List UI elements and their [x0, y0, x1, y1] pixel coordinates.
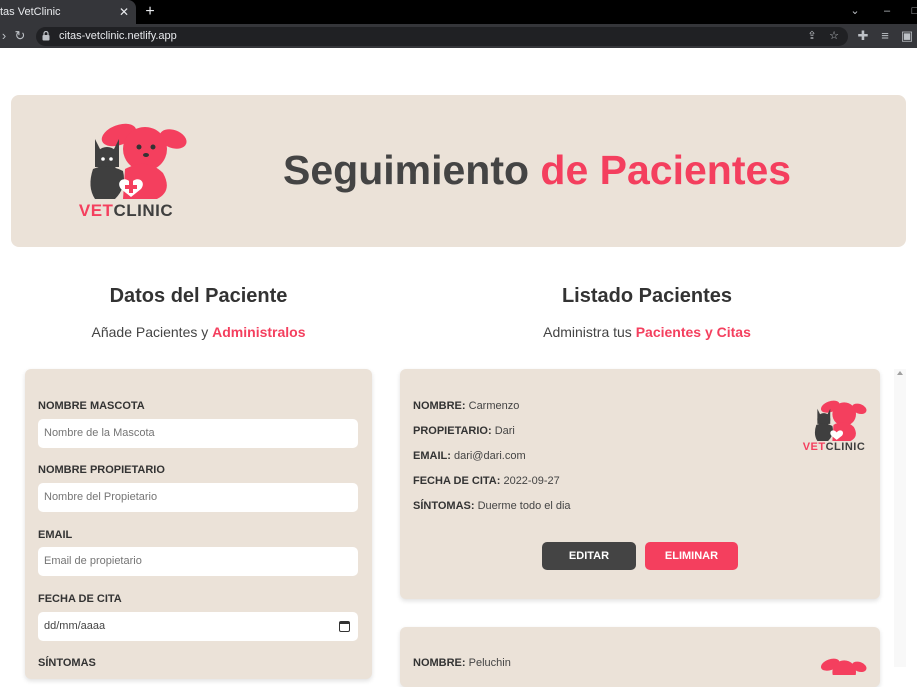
bookmark-star-icon[interactable]: ☆ — [827, 27, 841, 46]
card-pets-logo-icon — [820, 658, 867, 675]
form-section-title: Datos del Paciente — [109, 285, 288, 307]
lock-icon — [42, 31, 50, 41]
patient-owner: PROPIETARIO: Dari — [413, 425, 515, 437]
url-text: citas-vetclinic.netlify.app — [59, 30, 177, 42]
share-icon[interactable]: ⇪ — [805, 27, 819, 46]
patient-email-label: EMAIL: — [413, 450, 451, 462]
pets-logo-icon — [90, 123, 187, 199]
logo-vet-text: VET — [78, 201, 114, 220]
form-subtitle-accent: Administralos — [212, 324, 306, 340]
card-logo-wordmark: VETCLINIC — [800, 441, 868, 453]
list-subtitle-text: Administra tus — [543, 324, 636, 340]
reload-icon[interactable]: ↻ — [12, 24, 28, 48]
owner-name-input[interactable] — [38, 483, 358, 512]
address-bar[interactable]: citas-vetclinic.netlify.app ⇪ ☆ — [36, 27, 848, 46]
patient-date-label: FECHA DE CITA: — [413, 475, 501, 487]
minimize-icon[interactable]: – — [877, 0, 897, 24]
owner-name-label: Nombre Propietario — [38, 464, 165, 476]
extensions-icon[interactable]: ✚ — [855, 24, 871, 48]
logo-wordmark: VETCLINIC — [65, 201, 187, 221]
form-section-subtitle: Añade Pacientes y Administralos — [25, 324, 372, 340]
patient-date: FECHA DE CITA: 2022-09-27 — [413, 475, 560, 487]
date-input[interactable]: dd/mm/aaaa — [38, 612, 358, 641]
date-label: Fecha de Cita — [38, 593, 122, 605]
vetclinic-logo: VETCLINIC — [65, 117, 187, 221]
scroll-up-arrow-icon[interactable] — [897, 371, 903, 375]
calendar-icon[interactable] — [339, 621, 350, 632]
patient-symptoms-value: Duerme todo el dia — [477, 500, 571, 512]
email-input[interactable] — [38, 547, 358, 576]
date-input-value: dd/mm/aaaa — [44, 620, 106, 632]
edit-button[interactable]: EDITAR — [542, 542, 636, 570]
forward-icon[interactable]: › — [0, 24, 12, 48]
patient-email: EMAIL: dari@dari.com — [413, 450, 526, 462]
page-title-main: Seguimiento — [283, 147, 541, 193]
card-logo-vet: VET — [802, 441, 826, 453]
delete-button[interactable]: ELIMINAR — [645, 542, 738, 570]
maximize-icon[interactable]: □ — [905, 0, 917, 24]
patient-name-label: NOMBRE: — [413, 400, 466, 412]
tab-search-chevron-icon[interactable]: ⌄ — [845, 0, 865, 24]
patient-card: NOMBRE: Carmenzo PROPIETARIO: Dari EMAIL… — [400, 369, 880, 599]
pet-name-input[interactable] — [38, 419, 358, 448]
logo-clinic-text: CLINIC — [113, 201, 174, 220]
card-pets-logo-icon — [814, 400, 867, 441]
patient-symptoms: SÍNTOMAS: Duerme todo el dia — [413, 500, 571, 512]
side-panel-icon[interactable]: ▣ — [899, 24, 915, 48]
patient-card: NOMBRE: Peluchin — [400, 627, 880, 687]
patient-name-value: Carmenzo — [468, 400, 520, 412]
patient-owner-label: PROPIETARIO: — [413, 425, 492, 437]
patient-name-value: Peluchin — [468, 657, 511, 669]
card-logo: VETCLINIC — [800, 397, 868, 453]
patient-email-value: dari@dari.com — [453, 450, 526, 462]
form-subtitle-text: Añade Pacientes y — [91, 324, 213, 340]
browser-tab-bar: tas VetClinic ✕ + ⌄ – □ — [0, 0, 917, 24]
card-logo-clinic: CLINIC — [825, 441, 866, 453]
patient-name: NOMBRE: Peluchin — [413, 657, 511, 669]
patient-symptoms-label: SÍNTOMAS: — [413, 500, 475, 512]
patient-name: NOMBRE: Carmenzo — [413, 400, 519, 412]
page-header: VETCLINIC Seguimiento de Pacientes — [11, 95, 906, 247]
patient-form: Nombre Mascota Nombre Propietario Email … — [25, 369, 372, 679]
symptoms-label: Síntomas — [38, 657, 96, 669]
patient-date-value: 2022-09-27 — [503, 475, 560, 487]
tab-close-icon[interactable]: ✕ — [116, 0, 132, 24]
patient-name-label: NOMBRE: — [413, 657, 466, 669]
page-title: Seguimiento de Pacientes — [283, 147, 791, 194]
page-title-accent: de Pacientes — [540, 147, 792, 193]
list-scrollbar[interactable] — [894, 369, 906, 667]
pet-name-label: Nombre Mascota — [38, 400, 145, 412]
browser-toolbar: › ↻ citas-vetclinic.netlify.app ⇪ ☆ ✚ ≡ … — [0, 24, 917, 48]
new-tab-icon[interactable]: + — [142, 0, 158, 24]
list-section-title: Listado Pacientes — [561, 285, 733, 307]
browser-tab[interactable]: tas VetClinic ✕ — [0, 0, 136, 24]
list-subtitle-accent: Pacientes y Citas — [635, 324, 751, 340]
media-control-icon[interactable]: ≡ — [877, 24, 893, 48]
card-logo — [800, 655, 868, 675]
email-label: Email — [38, 529, 73, 541]
tab-title: tas VetClinic — [0, 6, 61, 18]
list-section-subtitle: Administra tus Pacientes y Citas — [400, 324, 894, 340]
patient-owner-value: Dari — [494, 425, 515, 437]
